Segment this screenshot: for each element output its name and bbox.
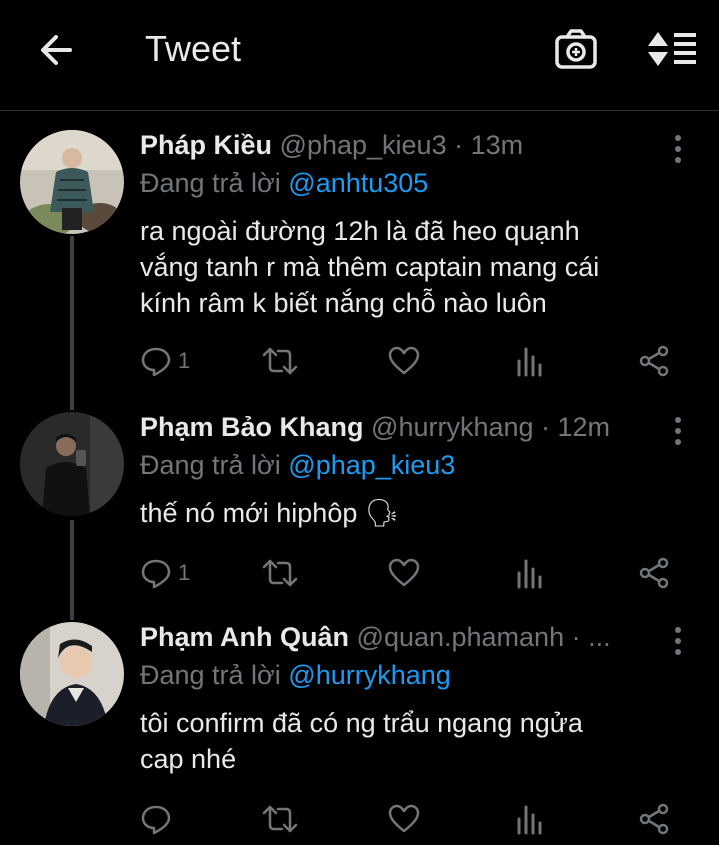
share-button[interactable] (638, 555, 670, 591)
like-button[interactable] (388, 343, 420, 379)
tweet-actions (140, 801, 685, 837)
replying-to: Đang trả lời @phap_kieu3 (140, 450, 455, 481)
like-button[interactable] (388, 801, 420, 837)
retweet-icon (262, 805, 298, 833)
avatar[interactable] (20, 412, 124, 516)
reply-icon (141, 347, 171, 377)
retweet-icon (262, 559, 298, 587)
replying-to-label: Đang trả lời (140, 450, 281, 480)
reply-button[interactable] (140, 801, 178, 837)
mention-link[interactable]: @hurrykhang (288, 660, 451, 690)
camera-icon[interactable] (554, 28, 598, 70)
reply-icon (141, 559, 171, 589)
retweet-button[interactable] (262, 555, 298, 591)
reply-button[interactable]: 1 (140, 343, 190, 379)
tweet-actions: 1 (140, 555, 685, 591)
retweet-button[interactable] (262, 343, 298, 379)
heart-icon (388, 346, 420, 375)
analytics-icon (517, 347, 542, 377)
mention-link[interactable]: @phap_kieu3 (288, 450, 455, 480)
tweet-text-line: ra ngoài đường 12h là đã heo quạnh (140, 216, 580, 246)
replying-to-label: Đang trả lời (140, 660, 281, 690)
analytics-button[interactable] (516, 343, 544, 379)
display-name[interactable]: Phạm Anh Quân (140, 622, 349, 652)
tweet-text: tôi confirm đã có ng trẩu ngang ngửa cap… (140, 705, 685, 777)
analytics-icon (517, 805, 542, 835)
heart-icon (388, 558, 420, 587)
tweet-header: Phạm Anh Quân @quan.phamanh · ... (140, 622, 611, 653)
analytics-button[interactable] (516, 555, 544, 591)
like-button[interactable] (388, 555, 420, 591)
avatar[interactable] (20, 622, 124, 726)
retweet-icon (262, 347, 298, 375)
replying-to: Đang trả lời @anhtu305 (140, 168, 428, 199)
more-vertical-icon[interactable] (672, 134, 684, 164)
retweet-button[interactable] (262, 801, 298, 837)
analytics-icon (517, 559, 542, 589)
tweet-text-line: tôi confirm đã có ng trẩu ngang ngửa (140, 708, 583, 738)
reply-button[interactable]: 1 (140, 555, 190, 591)
more-vertical-icon[interactable] (672, 626, 684, 656)
heart-icon (388, 804, 420, 833)
page-title: Tweet (145, 28, 242, 69)
share-button[interactable] (638, 343, 670, 379)
tweet-header: Phạm Bảo Khang @hurrykhang · 12m (140, 412, 610, 443)
tweet-text: thế nó mới hiphôp 🗣 (140, 495, 685, 531)
top-bar: Tweet (0, 0, 719, 111)
reply-count: 1 (178, 348, 191, 373)
mention-link[interactable]: @anhtu305 (288, 168, 428, 198)
reply-icon (141, 805, 171, 835)
display-name[interactable]: Pháp Kiều (140, 130, 272, 160)
replying-to-label: Đang trả lời (140, 168, 281, 198)
share-icon (639, 557, 669, 589)
replying-to: Đang trả lời @hurrykhang (140, 660, 451, 691)
thread-line (70, 236, 74, 410)
arrow-left-icon[interactable] (36, 30, 76, 70)
tweet-text: ra ngoài đường 12h là đã heo quạnh vắng … (140, 213, 685, 321)
handle-time: @phap_kieu3 · 13m (279, 130, 524, 160)
avatar[interactable] (20, 130, 124, 234)
handle-time: @hurrykhang · 12m (371, 412, 611, 442)
thread-line (70, 520, 74, 620)
sort-icon[interactable] (646, 28, 698, 70)
share-button[interactable] (638, 801, 670, 837)
tweet-text-line: cap nhé (140, 744, 237, 774)
handle-time: @quan.phamanh · ... (356, 622, 611, 652)
tweet-header: Pháp Kiều @phap_kieu3 · 13m (140, 130, 523, 161)
display-name[interactable]: Phạm Bảo Khang (140, 412, 364, 442)
share-icon (639, 345, 669, 377)
tweet-text-line: thế nó mới hiphôp 🗣 (140, 498, 400, 528)
tweet-text-line: vắng tanh r mà thêm captain mang cái (140, 252, 600, 282)
analytics-button[interactable] (516, 801, 544, 837)
more-vertical-icon[interactable] (672, 416, 684, 446)
tweet-actions: 1 (140, 343, 685, 379)
share-icon (639, 803, 669, 835)
reply-count: 1 (178, 560, 191, 585)
tweet-text-line: kính râm k biết nắng chỗ nào luôn (140, 288, 547, 318)
